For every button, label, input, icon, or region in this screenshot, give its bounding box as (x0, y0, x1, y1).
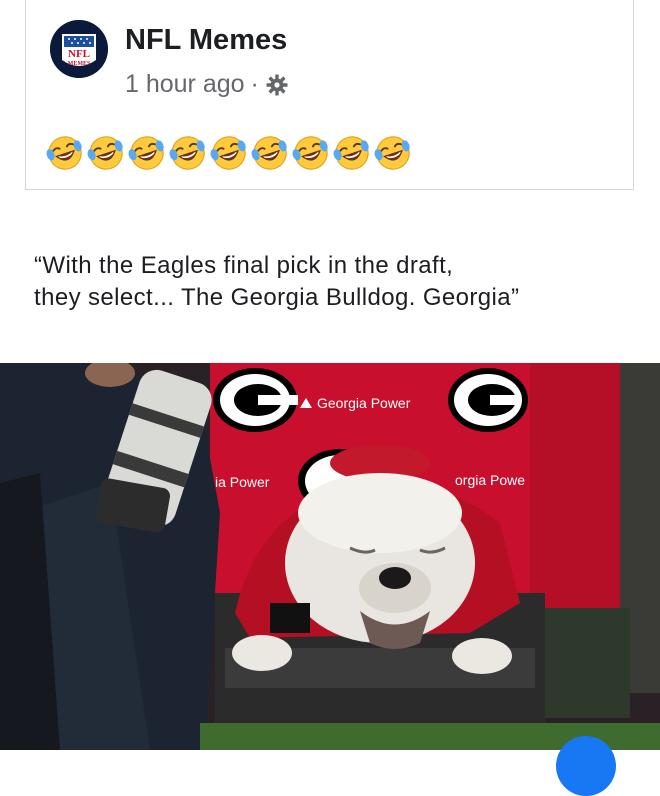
laughing-crying-emoji-icon (374, 136, 410, 170)
post-author[interactable]: NFL Memes (125, 24, 287, 57)
laughing-crying-emoji-icon (128, 136, 164, 170)
post-caption: “With the Eagles final pick in the draft… (34, 252, 520, 311)
post-card: NFL MEMES NFL Memes 1 hour ago · (25, 0, 634, 190)
scroll-action-button[interactable] (556, 736, 616, 796)
banner-text-right: orgia Powe (455, 472, 525, 488)
laughing-crying-emoji-icon (87, 136, 123, 170)
laughing-crying-emoji-icon (46, 136, 82, 170)
page-avatar[interactable]: NFL MEMES (50, 20, 108, 78)
laughing-crying-emoji-icon (333, 136, 369, 170)
post-photo[interactable]: Georgia Power ia Power orgia Powe (0, 363, 660, 750)
avatar-logo-subtext: MEMES (68, 61, 91, 67)
reaction-emoji-row (46, 134, 412, 172)
nfl-logo-icon: NFL MEMES (50, 20, 108, 78)
laughing-crying-emoji-icon (251, 136, 287, 170)
banner-text-left: ia Power (215, 474, 270, 490)
banner-text-top: Georgia Power (317, 395, 411, 411)
laughing-crying-emoji-icon (210, 136, 246, 170)
avatar-logo-text: NFL (68, 48, 90, 60)
laughing-crying-emoji-icon (169, 136, 205, 170)
laughing-crying-emoji-icon (292, 136, 328, 170)
gear-icon[interactable] (265, 73, 289, 97)
post-timestamp[interactable]: 1 hour ago (125, 70, 245, 99)
georgia-g-logo-icon (448, 368, 528, 432)
meta-separator: · (250, 70, 259, 98)
post-meta: 1 hour ago · (125, 70, 289, 99)
